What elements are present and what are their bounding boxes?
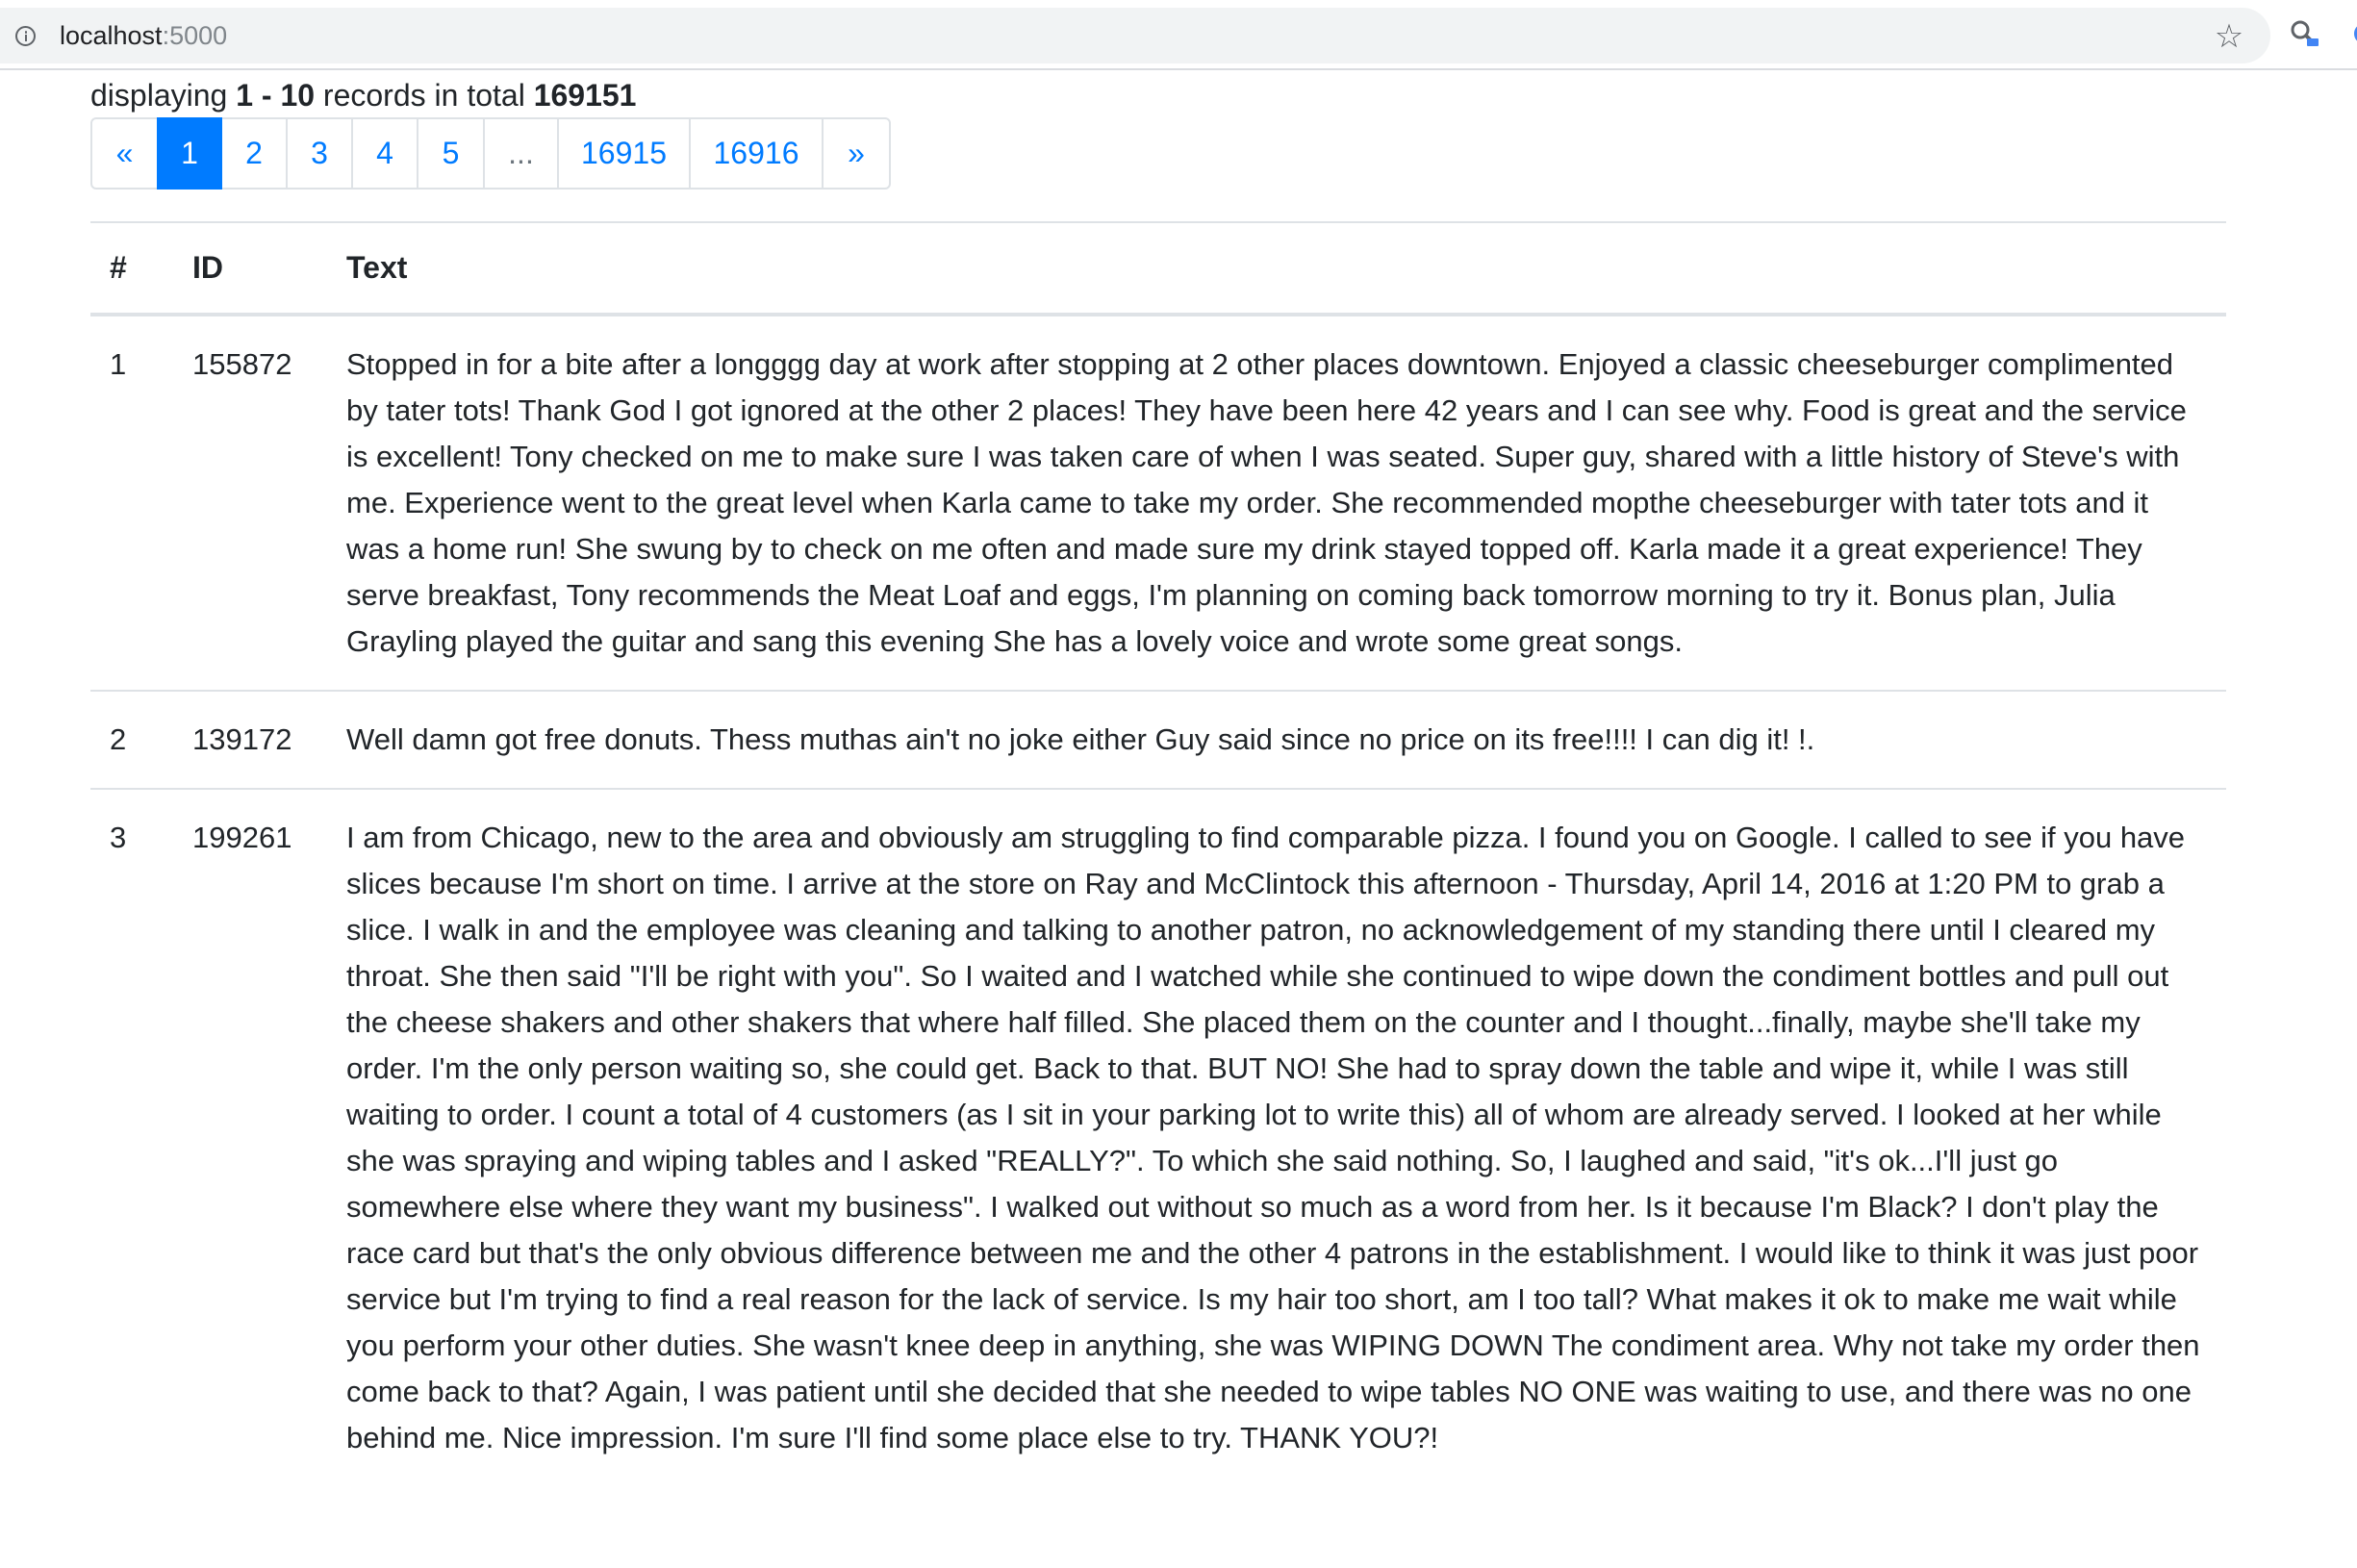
pagination-ellipsis: ...	[483, 117, 559, 190]
header-number: #	[90, 221, 192, 316]
table-row: 3 199261 I am from Chicago, new to the a…	[90, 788, 2226, 1486]
page-link-3[interactable]: 3	[286, 117, 353, 190]
pagination-prev[interactable]: «	[90, 117, 159, 190]
url-port: :5000	[162, 21, 228, 50]
table-row: 2 139172 Well damn got free donuts. Thes…	[90, 690, 2226, 789]
browser-toolbar: localhost:5000 ☆	[0, 0, 2357, 70]
pagination: « 1 2 3 4 5 ... 16915 16916 »	[90, 117, 2226, 190]
page-link-2[interactable]: 2	[220, 117, 288, 190]
row-number: 1	[90, 314, 192, 691]
summary-prefix: displaying	[90, 78, 228, 113]
row-text: Stopped in for a bite after a longggg da…	[346, 314, 2226, 691]
records-table: # ID Text 1 155872 Stopped in for a bite…	[90, 221, 2226, 1486]
info-icon[interactable]	[15, 26, 36, 46]
row-id: 139172	[192, 690, 346, 789]
address-bar[interactable]: localhost:5000 ☆	[0, 8, 2270, 63]
records-summary: displaying 1 - 10 records in total 16915…	[90, 75, 2226, 115]
url-text[interactable]: localhost:5000	[60, 20, 227, 51]
row-id: 199261	[192, 788, 346, 1486]
summary-range: 1 - 10	[236, 78, 316, 113]
extension-icon-2[interactable]	[2347, 17, 2357, 50]
row-number: 3	[90, 788, 192, 1486]
row-text: I am from Chicago, new to the area and o…	[346, 788, 2226, 1486]
page-link-16915[interactable]: 16915	[557, 117, 691, 190]
header-id: ID	[192, 221, 346, 316]
header-text: Text	[346, 221, 2226, 316]
row-id: 155872	[192, 314, 346, 691]
star-icon[interactable]: ☆	[2213, 20, 2245, 53]
page-link-16916[interactable]: 16916	[689, 117, 824, 190]
summary-total: 169151	[533, 78, 637, 113]
row-text: Well damn got free donuts. Thess muthas …	[346, 690, 2226, 789]
extension-icon[interactable]	[2288, 17, 2320, 50]
summary-middle: records in total	[322, 78, 525, 113]
page-link-4[interactable]: 4	[351, 117, 418, 190]
table-header-row: # ID Text	[90, 221, 2226, 316]
url-host: localhost	[60, 21, 163, 50]
page-link-5[interactable]: 5	[417, 117, 485, 190]
table-row: 1 155872 Stopped in for a bite after a l…	[90, 314, 2226, 691]
row-number: 2	[90, 690, 192, 789]
page-link-1[interactable]: 1	[157, 117, 222, 190]
pagination-next[interactable]: »	[822, 117, 891, 190]
page-content: displaying 1 - 10 records in total 16915…	[90, 75, 2226, 205]
